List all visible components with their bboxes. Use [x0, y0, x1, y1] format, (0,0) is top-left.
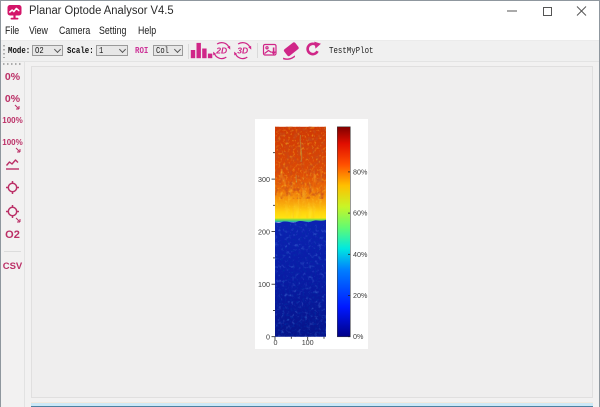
svg-text:100: 100 — [258, 280, 270, 289]
svg-text:20%: 20% — [353, 291, 368, 300]
svg-text:2D: 2D — [215, 46, 227, 56]
svg-text:0: 0 — [274, 338, 278, 347]
svg-text:60%: 60% — [353, 209, 368, 218]
svg-text:0%: 0% — [353, 332, 364, 341]
svg-text:200: 200 — [258, 227, 270, 236]
svg-text:0: 0 — [266, 332, 270, 341]
svg-text:300: 300 — [258, 175, 270, 184]
svg-text:3D: 3D — [237, 46, 248, 56]
svg-text:80%: 80% — [353, 167, 368, 176]
svg-text:100: 100 — [302, 338, 314, 347]
svg-text:40%: 40% — [353, 250, 368, 259]
